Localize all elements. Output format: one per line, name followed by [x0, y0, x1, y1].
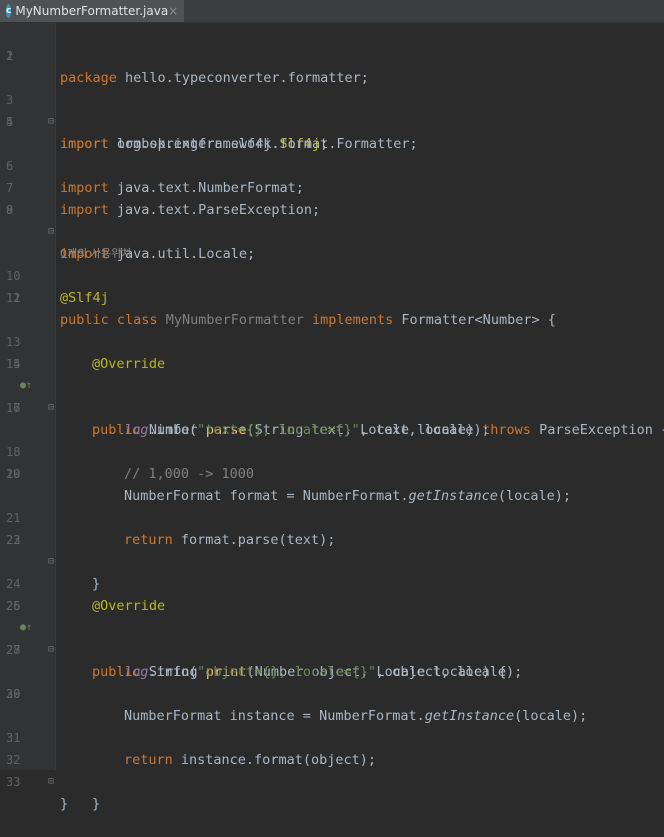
line-number: 30: [6, 687, 21, 701]
code-line: 32 ⊟ }: [0, 727, 664, 812]
line-number: 5: [6, 115, 14, 129]
code-line: 31 return instance.format(object);: [0, 705, 664, 768]
tab-bar: c MyNumberFormatter.java ×: [0, 0, 664, 23]
line-number: 12: [6, 291, 21, 305]
code-line: 19 NumberFormat format = NumberFormat.ge…: [0, 441, 664, 504]
tab-filename: MyNumberFormatter.java: [15, 4, 169, 18]
line-number: 17: [6, 401, 21, 415]
editor-tab[interactable]: c MyNumberFormatter.java ×: [0, 0, 184, 22]
code-editor[interactable]: 1 package hello.typeconverter.formatter;…: [0, 23, 664, 812]
code-line: 33 }: [0, 749, 664, 812]
code-line: 8 ⊟ import java.util.Locale;: [0, 177, 664, 262]
code-line: 22 ⊟ }: [0, 507, 664, 592]
code-line: 11 public class MyNumberFormatter implem…: [0, 265, 664, 328]
close-icon[interactable]: ×: [168, 4, 178, 18]
code-line: 13 @Override: [0, 309, 664, 372]
line-number: 20: [6, 467, 21, 481]
line-number: 15: [6, 357, 21, 371]
code-line: 14 ●↑ ⊟ public Number parse(String text,…: [0, 331, 664, 438]
line-number: 2: [6, 49, 14, 63]
code-line: 6 import java.text.NumberFormat;: [0, 133, 664, 196]
line-number: 28: [6, 643, 21, 657]
line-number: 23: [6, 533, 21, 547]
line-number: 9: [6, 203, 14, 217]
java-class-icon: c: [6, 4, 12, 18]
line-number: 33: [6, 775, 21, 789]
code-line: 7 import java.text.ParseException;: [0, 155, 664, 218]
code-line: 4 import org.springframework.format.Form…: [0, 89, 664, 152]
code-line: 18 // 1,000 -> 1000: [0, 419, 664, 482]
code-line: 3 ⊟ import lombok.extern.slf4j.Slf4j;: [0, 67, 664, 152]
code-line: 25 ●↑ ⊟ public String print(Number objec…: [0, 573, 664, 680]
code-line: 21 return format.parse(text);: [0, 485, 664, 548]
code-line: 24 @Override: [0, 551, 664, 614]
code-line: 1 package hello.typeconverter.formatter;: [0, 23, 664, 86]
code-line: 10 @Slf4j: [0, 243, 664, 306]
usage-hint[interactable]: 0개의 사용위치: [0, 221, 664, 260]
code-line: 29 NumberFormat instance = NumberFormat.…: [0, 661, 664, 724]
code-line: 16 log.info("text={}, locale={}", text, …: [0, 375, 664, 438]
code-line: 27 log.info("object={}, locale={}", obje…: [0, 617, 664, 680]
line-number: 26: [6, 599, 21, 613]
fold-icon[interactable]: ⊟: [48, 771, 54, 793]
